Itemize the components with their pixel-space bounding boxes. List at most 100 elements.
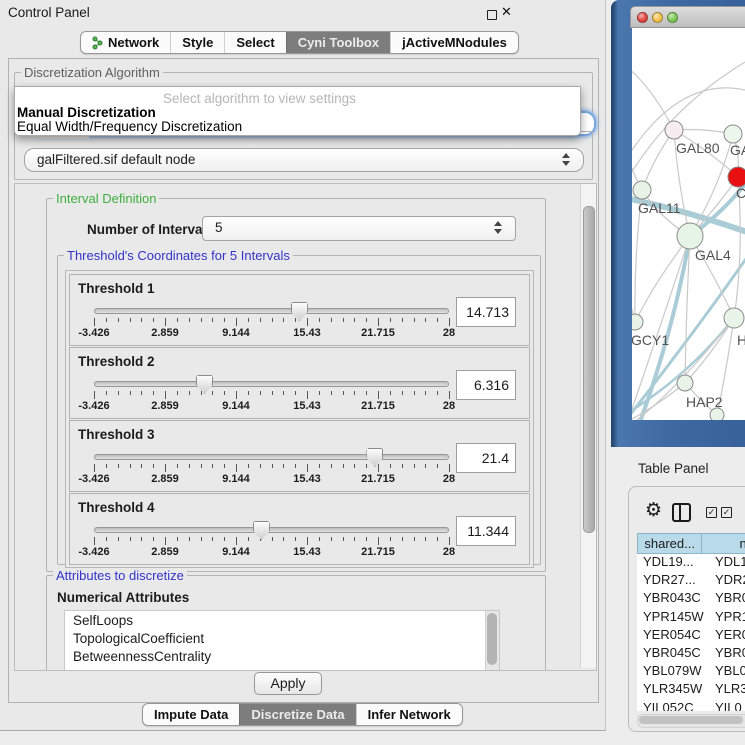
- network-node-RED[interactable]: [728, 167, 745, 187]
- cell-shared-name[interactable]: YBL079W: [637, 663, 709, 681]
- table-row[interactable]: YBR045CYBR0: [637, 645, 745, 663]
- threshold-label: Threshold 1: [78, 281, 155, 296]
- slider-track[interactable]: [94, 527, 449, 533]
- mac-zoom-icon[interactable]: [667, 12, 678, 23]
- bottom-tab-impute-data[interactable]: Impute Data: [143, 704, 239, 725]
- cell-name[interactable]: YDL1: [709, 554, 745, 572]
- numerical-attributes-list[interactable]: SelfLoopsTopologicalCoefficientBetweenne…: [64, 610, 500, 671]
- table-header-row: shared... na: [637, 533, 745, 554]
- tab-select[interactable]: Select: [224, 32, 285, 53]
- cell-shared-name[interactable]: YIL052C: [637, 700, 709, 712]
- slider-track[interactable]: [94, 454, 449, 460]
- threshold-label: Threshold 2: [78, 354, 155, 369]
- column-header-shared-name[interactable]: shared...: [637, 533, 702, 554]
- columns-icon[interactable]: [672, 503, 691, 522]
- table-data-group: Table Data galFiltered.sif default node: [14, 131, 593, 180]
- tab-label: jActiveMNodules: [402, 35, 507, 50]
- cell-name[interactable]: YDR2: [709, 572, 745, 590]
- network-node-SMALL[interactable]: [710, 408, 724, 420]
- scrollbar-thumb[interactable]: [639, 716, 743, 724]
- cell-shared-name[interactable]: YLR345W: [637, 681, 709, 699]
- checkbox-icon[interactable]: ✓: [706, 507, 717, 518]
- threshold-value-field[interactable]: 21.4: [456, 443, 516, 473]
- table-row[interactable]: YDR27...YDR2: [637, 572, 745, 590]
- network-node-GCY1[interactable]: [632, 314, 643, 330]
- tab-cyni-toolbox[interactable]: Cyni Toolbox: [286, 32, 390, 53]
- number-of-intervals-combo[interactable]: 5: [202, 216, 516, 241]
- mac-minimize-icon[interactable]: [652, 12, 663, 23]
- attribute-list-item[interactable]: TopologicalCoefficient: [65, 629, 499, 647]
- table-row[interactable]: YBL079WYBL0: [637, 663, 745, 681]
- network-node-label: GAL80: [676, 140, 720, 156]
- tab-jactivemnodules[interactable]: jActiveMNodules: [390, 32, 518, 53]
- horizontal-scrollbar[interactable]: [637, 714, 745, 728]
- attribute-list-item[interactable]: BetweennessCentrality: [65, 647, 499, 665]
- table-data-combo-box[interactable]: galFiltered.sif default node: [24, 148, 584, 172]
- table-row[interactable]: YIL052CYIL0: [637, 700, 745, 712]
- algorithm-placeholder-item[interactable]: Select algorithm to view settings: [163, 91, 356, 106]
- network-node-label: GAL11: [638, 200, 681, 216]
- table-row[interactable]: YPR145WYPR1: [637, 609, 745, 627]
- network-node-GAL80[interactable]: [665, 121, 683, 139]
- bottom-tab-discretize-data[interactable]: Discretize Data: [239, 704, 355, 725]
- table-row[interactable]: YDL19...YDL1: [637, 554, 745, 572]
- network-edge[interactable]: [632, 68, 674, 130]
- mac-close-icon[interactable]: [637, 12, 648, 23]
- network-node-GAL4[interactable]: [677, 223, 703, 249]
- threshold-value-field[interactable]: 11.344: [456, 516, 516, 546]
- list-scrollbar[interactable]: [485, 611, 499, 671]
- apply-button[interactable]: Apply: [254, 672, 322, 695]
- threshold-slider-3[interactable]: -3.4262.8599.14415.4321.71528: [94, 447, 449, 487]
- close-icon[interactable]: ✕: [501, 4, 512, 20]
- float-icon[interactable]: [487, 10, 497, 20]
- network-node-label: GA: [730, 142, 745, 158]
- threshold-slider-4[interactable]: -3.4262.8599.14415.4321.71528: [94, 520, 449, 560]
- threshold-slider-1[interactable]: -3.4262.8599.14415.4321.71528: [94, 301, 449, 341]
- threshold-value-field[interactable]: 6.316: [456, 370, 516, 400]
- tab-network[interactable]: Network: [81, 32, 170, 53]
- network-canvas[interactable]: GAL80GACGAL11GAL4GCY1HHAP2: [632, 28, 745, 420]
- cell-name[interactable]: YPR1: [709, 609, 745, 627]
- network-edge[interactable]: [642, 130, 674, 190]
- threshold-value-field[interactable]: 14.713: [456, 297, 516, 327]
- interval-definition-group: Interval Definition Number of Intervals …: [46, 198, 546, 572]
- network-node-HAP2[interactable]: [677, 375, 693, 391]
- cell-shared-name[interactable]: YBR043C: [637, 590, 709, 608]
- slider-tick-labels: -3.4262.8599.14415.4321.71528: [94, 327, 449, 339]
- table-row[interactable]: YER054CYER0: [637, 627, 745, 645]
- checkbox-icon[interactable]: ✓: [721, 507, 732, 518]
- cell-name[interactable]: YBL0: [709, 663, 745, 681]
- bottom-tab-infer-network[interactable]: Infer Network: [356, 704, 462, 725]
- gear-icon[interactable]: ⚙: [645, 499, 662, 522]
- cell-shared-name[interactable]: YBR045C: [637, 645, 709, 663]
- cell-name[interactable]: YBR0: [709, 645, 745, 663]
- network-node-H[interactable]: [724, 308, 744, 328]
- cell-name[interactable]: YBR0: [709, 590, 745, 608]
- table-row[interactable]: YBR043CYBR0: [637, 590, 745, 608]
- slider-track[interactable]: [94, 308, 449, 314]
- tab-label: Impute Data: [154, 707, 228, 722]
- threshold-label: Threshold 3: [78, 427, 155, 442]
- cell-shared-name[interactable]: YDR27...: [637, 572, 709, 590]
- scrollbar-thumb[interactable]: [583, 206, 595, 533]
- tab-style[interactable]: Style: [170, 32, 224, 53]
- algorithm-item-manual[interactable]: Manual Discretization: [17, 105, 156, 120]
- vertical-scrollbar[interactable]: [580, 184, 596, 668]
- attribute-list-item[interactable]: SelfLoops: [65, 611, 499, 629]
- table-row[interactable]: YLR345WYLR3: [637, 681, 745, 699]
- cell-name[interactable]: YLR3: [709, 681, 745, 699]
- column-header-name[interactable]: na: [702, 533, 745, 554]
- cell-shared-name[interactable]: YER054C: [637, 627, 709, 645]
- slider-track[interactable]: [94, 381, 449, 387]
- network-window-titlebar[interactable]: [630, 6, 745, 28]
- network-node-GAL11[interactable]: [633, 181, 651, 199]
- network-node-GA[interactable]: [724, 125, 742, 143]
- cell-name[interactable]: YIL0: [709, 700, 745, 712]
- threshold-slider-2[interactable]: -3.4262.8599.14415.4321.71528: [94, 374, 449, 414]
- cell-shared-name[interactable]: YDL19...: [637, 554, 709, 572]
- settings-scroll-viewport: Interval Definition Number of Intervals …: [14, 183, 597, 671]
- cell-shared-name[interactable]: YPR145W: [637, 609, 709, 627]
- network-edge[interactable]: [632, 62, 745, 178]
- algorithm-item-equal-width[interactable]: Equal Width/Frequency Discretization: [17, 119, 242, 134]
- cell-name[interactable]: YER0: [709, 627, 745, 645]
